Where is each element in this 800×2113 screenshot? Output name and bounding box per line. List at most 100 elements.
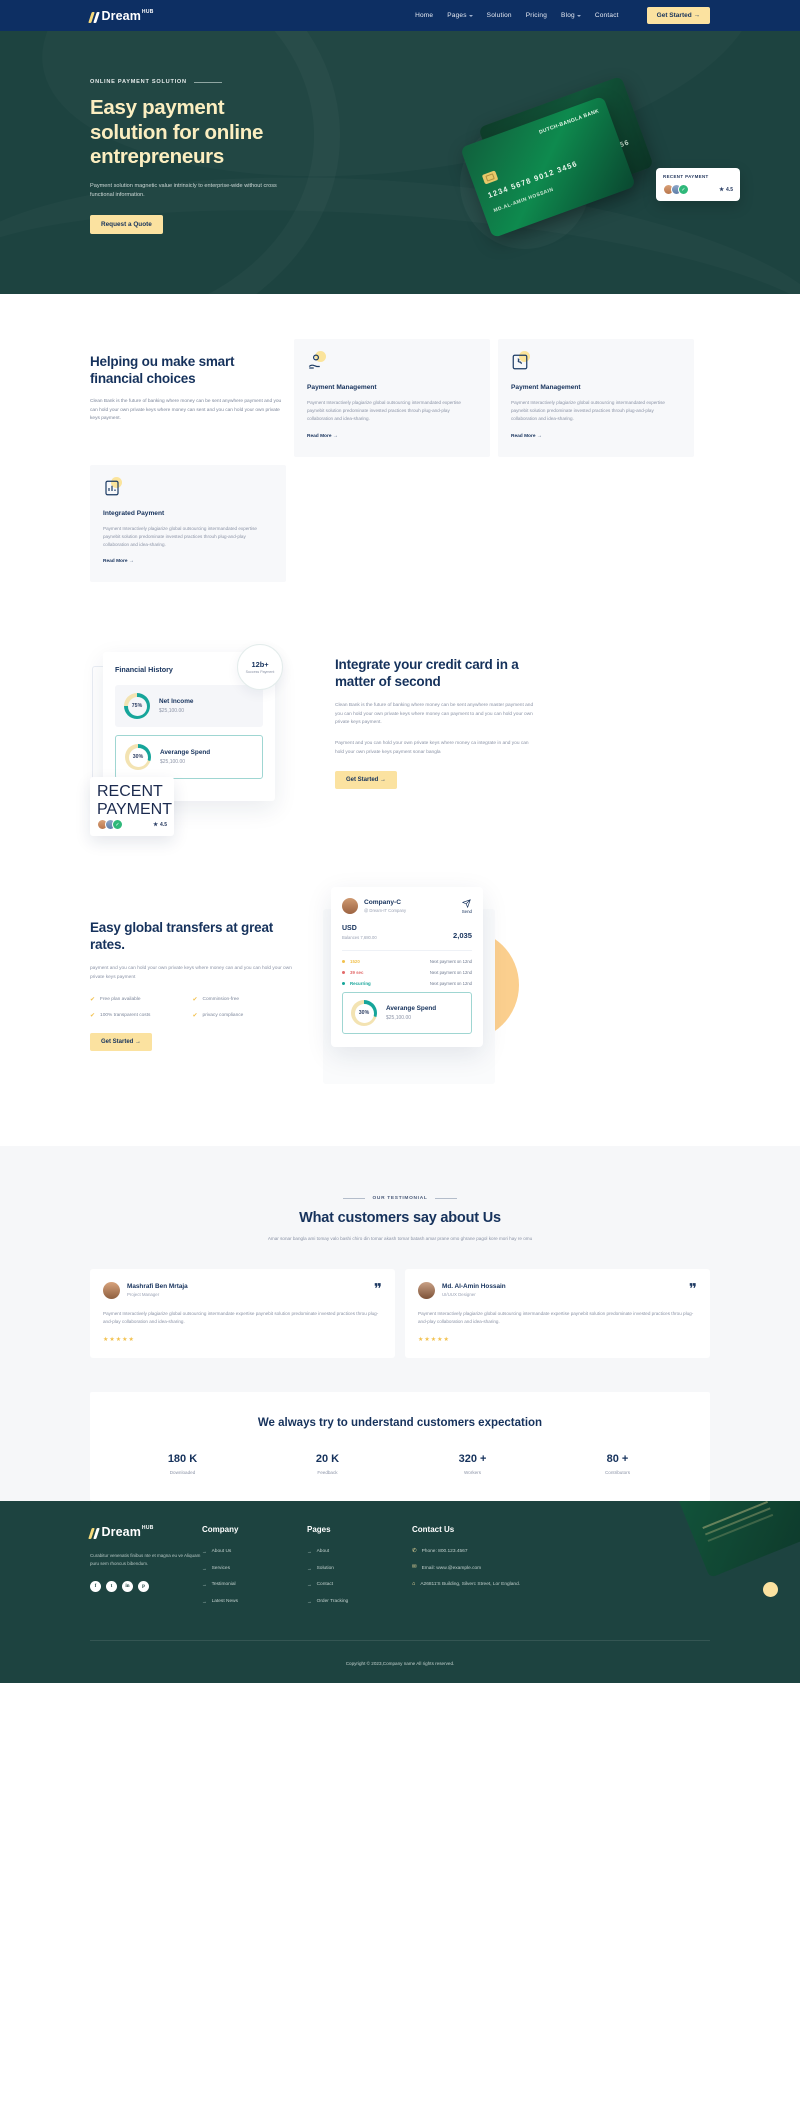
nav-links: Home Pages Solution Pricing Blog Contact… (415, 7, 710, 24)
arrow-right-icon: → (307, 1549, 312, 1555)
payment-row: 1520 Next payment on 12nd (342, 959, 472, 964)
send-button[interactable]: Send (461, 898, 472, 914)
hand-coin-icon (307, 351, 326, 371)
footer-link[interactable]: → Testimonial (202, 1581, 307, 1589)
status-dot (342, 960, 345, 964)
footer-link[interactable]: → Contact (307, 1581, 412, 1589)
footer-link[interactable]: → About Us (202, 1548, 307, 1556)
stat-value: 20 K (315, 1453, 340, 1466)
features-description: Clean Bank is the future of banking wher… (90, 399, 282, 422)
testimonial-role: UI/UUX Designer (442, 1292, 476, 1298)
testimonial-section: OUR TESTIMONIAL What customers say about… (0, 1146, 800, 1359)
nav-item-contact[interactable]: Contact (595, 12, 619, 19)
rating-value: ★ 4.5 (153, 821, 167, 828)
hero-title: Easy payment solution for online entrepr… (90, 96, 264, 168)
twitter-icon[interactable]: t (106, 1581, 117, 1593)
ring-percent: 75% (127, 696, 147, 716)
get-started-button[interactable]: Get Started → (90, 1033, 153, 1052)
stat-label: Downloaded (169, 1470, 196, 1476)
feature-card[interactable]: Payment Management Payment Interactively… (294, 339, 490, 457)
feature-title: Payment Management (511, 384, 581, 391)
copyright-text: Copyright © 2023,Company name All rights… (345, 1661, 455, 1667)
nav-label: Home (415, 12, 434, 19)
logo-mark-icon (88, 11, 100, 23)
star-rating: ★★★★★ (103, 1337, 135, 1344)
integrate-copy: Integrate your credit card in a matter o… (335, 634, 535, 819)
logo-superscript: HUB (141, 1525, 154, 1532)
nav-item-blog[interactable]: Blog (561, 12, 581, 19)
payment-rows: 1520 Next payment on 12nd 39 sec Next pa… (342, 950, 472, 986)
footer-pages-column: Pages → About → Solution → Contact → Order T… (307, 1525, 412, 1614)
logo-mark-icon (88, 1528, 100, 1540)
send-label: Send (461, 908, 472, 914)
currency-code: USD (342, 925, 357, 933)
eyebrow-line (434, 1198, 457, 1200)
ring-percent: 30% (354, 1003, 374, 1023)
stat-item: 180 K Downloaded (110, 1453, 255, 1475)
eyebrow-line (193, 81, 222, 83)
footer-link[interactable]: → Services (202, 1565, 307, 1573)
nav-label: Pricing (525, 12, 548, 19)
quote-icon: ❞ (373, 1282, 382, 1299)
request-quote-button[interactable]: Request a Quote (90, 214, 163, 234)
testimonial-quote: Payment Interactively plagiarize global … (418, 1310, 694, 1324)
stat-value: 80 + (606, 1453, 629, 1466)
get-started-button[interactable]: Get Started → (335, 771, 398, 790)
global-transfers-description: payment and you can hold your own privat… (90, 966, 292, 980)
pinterest-icon[interactable]: p (138, 1581, 149, 1593)
pin-icon: ⌂ (412, 1580, 416, 1587)
testimonial-name: Mashrafi Ben Mrtaja (127, 1283, 188, 1291)
verified-check-icon: ✓ (112, 819, 123, 831)
stat-label: Net Income (159, 698, 194, 706)
check-label: 100% transparent costs (100, 1013, 151, 1019)
feature-check-list: ✔ Free plan available ✔ Comminsion-free ✔ 1… (90, 996, 295, 1019)
stat-label: Workers (463, 1470, 481, 1476)
feature-card[interactable]: Integrated Payment Payment Interactively… (90, 464, 286, 583)
feature-description: Payment Interactively plagiarize global … (307, 400, 461, 422)
feature-card[interactable]: Payment Management Payment Interactively… (498, 339, 694, 457)
arrow-right-icon: → (202, 1598, 207, 1604)
check-icon: ✔ (192, 997, 198, 1004)
contact-email[interactable]: ✉ Email: www.@example.com (412, 1564, 562, 1573)
chevron-down-icon (468, 14, 473, 17)
balance-text: Balances 7,680.00 (342, 935, 377, 941)
footer-logo[interactable]: Dream HUB (88, 1525, 202, 1540)
global-transfers-copy: Easy global transfers at great rates. pa… (90, 881, 295, 1086)
company-handle: @ Dream-IT Company (364, 908, 407, 914)
facebook-icon[interactable]: f (90, 1581, 101, 1593)
footer-bottom: Copyright © 2023,Company name All rights… (90, 1640, 710, 1683)
footer-link[interactable]: → About (307, 1548, 412, 1556)
global-transfers-section: Easy global transfers at great rates. pa… (0, 819, 800, 1086)
nav-item-home[interactable]: Home (415, 12, 433, 19)
footer-link[interactable]: → Latest News (202, 1598, 307, 1606)
hero-eyebrow: ONLINE PAYMENT SOLUTION (90, 79, 295, 85)
nav-item-pricing[interactable]: Pricing (526, 12, 547, 19)
recent-payment-chip: RECENT PAYMENT ✓ ★ 4.5 (90, 777, 174, 837)
amount-value: 2,035 (452, 931, 472, 941)
feature-description: Payment Interactively plagiarize global … (103, 525, 257, 548)
read-more-link[interactable]: Read More → (511, 434, 542, 439)
footer-about: Curabitur venenatis finibus nte et magna… (90, 1553, 201, 1567)
footer-link[interactable]: → Order Tracking (307, 1598, 412, 1606)
footer-column-title: Contact Us (412, 1525, 455, 1535)
check-label: Free plan available (100, 997, 141, 1003)
stat-item: 80 + Contributors (545, 1453, 690, 1475)
linkedin-icon[interactable]: in (122, 1581, 133, 1593)
check-icon: ✔ (90, 997, 96, 1004)
avatar (103, 1281, 120, 1299)
nav-item-solution[interactable]: Solution (487, 12, 512, 19)
footer-link[interactable]: → Solution (307, 1565, 412, 1573)
contact-phone[interactable]: ✆ Phone: 800.123.4567 (412, 1548, 562, 1556)
check-item: ✔ 100% transparent costs (90, 1012, 193, 1019)
contact-address: ⌂ A26811'S Building, Silverc Street, Lor … (412, 1580, 521, 1588)
read-more-link[interactable]: Read More → (103, 559, 134, 564)
brand-logo[interactable]: Dream HUB (88, 9, 154, 23)
read-more-link[interactable]: Read More → (307, 434, 338, 439)
recent-payment-label: RECENT PAYMENT (97, 783, 172, 819)
footer-brand: Dream HUB Curabitur venenatis finibus nte… (88, 1525, 202, 1614)
footer-column-title: Pages (307, 1525, 331, 1535)
nav-item-pages[interactable]: Pages (447, 12, 473, 19)
nav-label: Blog (561, 12, 575, 19)
get-started-button[interactable]: Get Started → (646, 7, 710, 24)
progress-ring: 75% (124, 693, 150, 720)
